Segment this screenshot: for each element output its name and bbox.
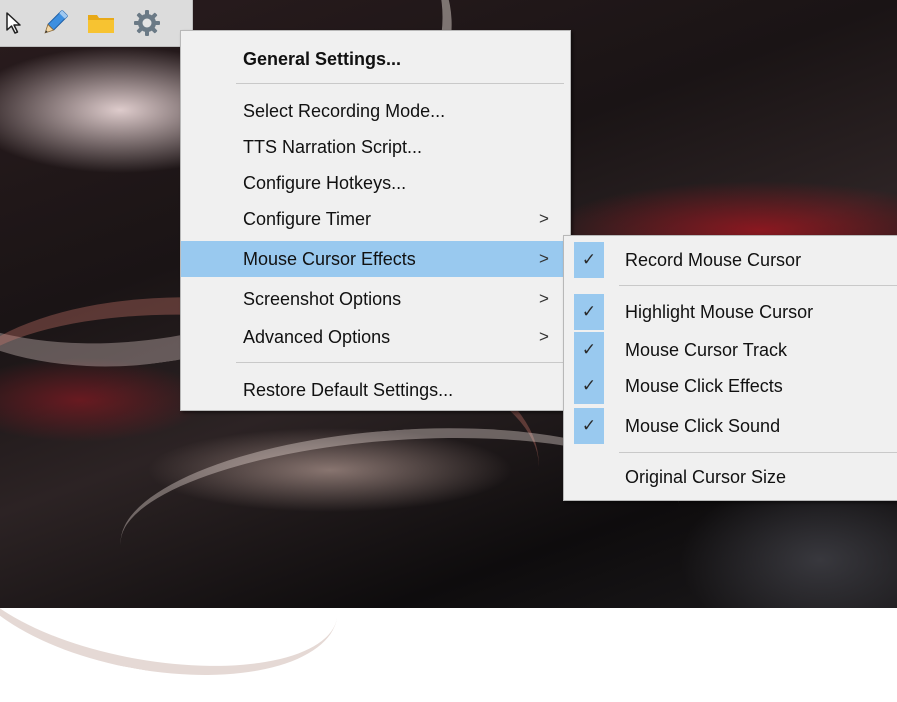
menu-item-label: Restore Default Settings... (243, 379, 454, 400)
menu-item-configure-timer[interactable]: Configure Timer > (181, 201, 570, 237)
menu-item-label: Advanced Options (243, 326, 391, 347)
submenu-arrow-icon: > (539, 249, 549, 268)
menu-item-label: Select Recording Mode... (243, 100, 446, 121)
pencil-icon (44, 10, 68, 34)
submenu-item-mouse-click-effects[interactable]: ✓ Mouse Click Effects (564, 368, 897, 404)
menu-item-screenshot-options[interactable]: Screenshot Options > (181, 281, 570, 317)
menu-item-select-recording-mode[interactable]: Select Recording Mode... (181, 93, 570, 129)
submenu-arrow-icon: > (539, 209, 549, 228)
cursor-arrow-icon (6, 12, 21, 34)
checkmark-icon: ✓ (574, 242, 604, 278)
menu-item-mouse-cursor-effects[interactable]: Mouse Cursor Effects > (181, 241, 570, 277)
open-folder-button[interactable] (82, 3, 120, 43)
settings-gear-button[interactable] (128, 3, 166, 43)
submenu-item-highlight-mouse-cursor[interactable]: ✓ Highlight Mouse Cursor (564, 294, 897, 330)
menu-item-general-settings[interactable]: General Settings... (181, 41, 570, 77)
menu-item-label: Configure Hotkeys... (243, 172, 407, 193)
menu-separator (236, 362, 564, 363)
checkmark-icon: ✓ (574, 408, 604, 444)
submenu-item-label: Mouse Click Effects (625, 375, 783, 396)
annotate-pencil-button[interactable] (36, 3, 74, 43)
submenu-arrow-icon: > (539, 289, 549, 308)
cursor-tool-button[interactable] (0, 3, 28, 43)
checkmark-icon: ✓ (574, 368, 604, 404)
menu-item-advanced-options[interactable]: Advanced Options > (181, 319, 570, 355)
submenu-item-label: Record Mouse Cursor (625, 249, 802, 270)
submenu-arrow-icon: > (539, 327, 549, 346)
folder-icon (88, 15, 114, 33)
submenu-item-record-mouse-cursor[interactable]: ✓ Record Mouse Cursor (564, 242, 897, 278)
checkmark-icon: ✓ (574, 294, 604, 330)
submenu-item-label: Original Cursor Size (625, 466, 787, 487)
submenu-item-original-cursor-size[interactable]: Original Cursor Size (564, 459, 897, 495)
menu-item-label: TTS Narration Script... (243, 136, 423, 157)
mouse-cursor-effects-submenu: ✓ Record Mouse Cursor ✓ Highlight Mouse … (563, 235, 897, 501)
gear-icon (134, 10, 160, 36)
menu-separator (619, 285, 897, 286)
menu-item-tts-narration-script[interactable]: TTS Narration Script... (181, 129, 570, 165)
submenu-item-mouse-click-sound[interactable]: ✓ Mouse Click Sound (564, 408, 897, 444)
menu-item-label: Screenshot Options (243, 288, 402, 309)
submenu-item-label: Mouse Cursor Track (625, 339, 788, 360)
submenu-item-label: Mouse Click Sound (625, 415, 781, 436)
submenu-item-label: Highlight Mouse Cursor (625, 301, 814, 322)
menu-item-label: Mouse Cursor Effects (243, 248, 416, 269)
checkmark-icon (574, 459, 604, 495)
menu-item-configure-hotkeys[interactable]: Configure Hotkeys... (181, 165, 570, 201)
settings-context-menu: General Settings... Select Recording Mod… (180, 30, 571, 411)
menu-item-restore-default-settings[interactable]: Restore Default Settings... (181, 372, 570, 408)
menu-item-label: Configure Timer (243, 208, 372, 229)
checkmark-icon: ✓ (574, 332, 604, 368)
menu-separator (236, 83, 564, 84)
recorder-toolbar (0, 0, 193, 47)
menu-separator (619, 452, 897, 453)
menu-item-label: General Settings... (243, 48, 402, 69)
submenu-item-mouse-cursor-track[interactable]: ✓ Mouse Cursor Track (564, 332, 897, 368)
